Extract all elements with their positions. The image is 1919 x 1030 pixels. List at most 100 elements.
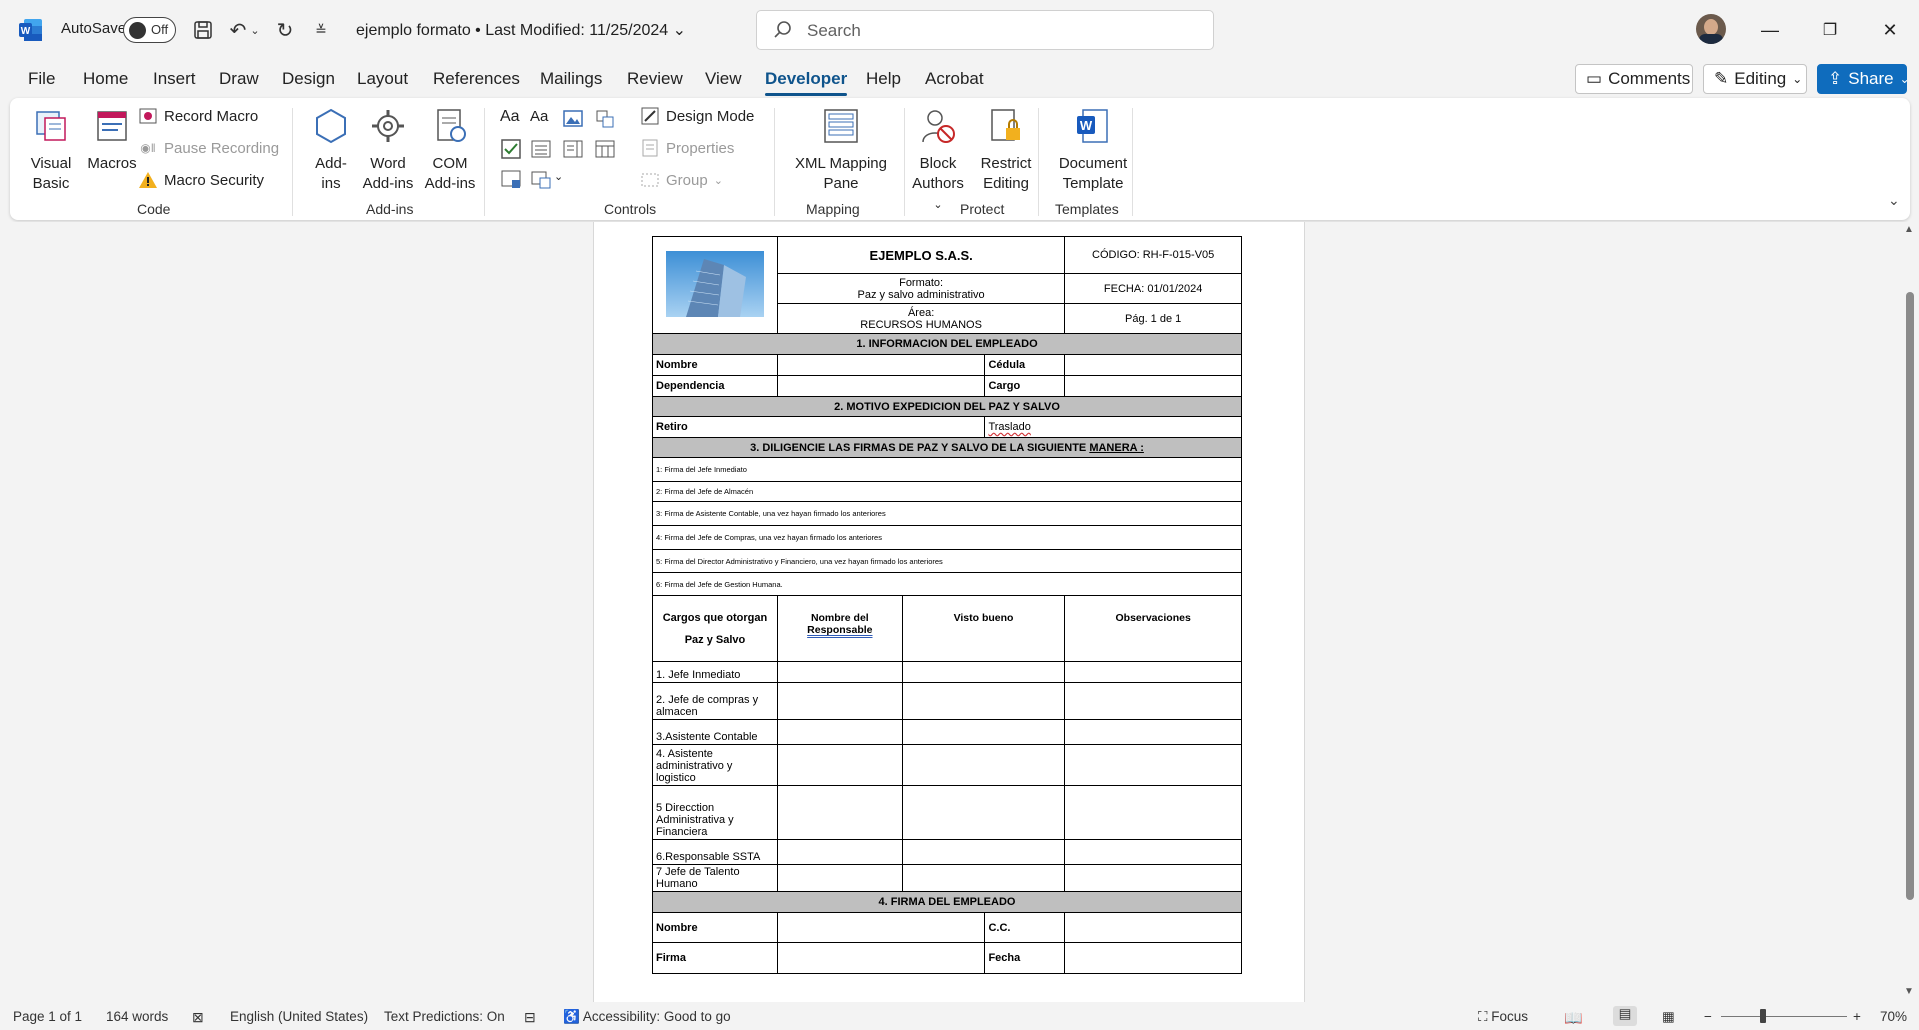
zoom-slider-thumb[interactable] — [1760, 1009, 1766, 1023]
pause-recording-button[interactable]: ◉‖ Pause Recording — [138, 138, 279, 158]
properties-button[interactable]: Properties — [640, 138, 734, 158]
tab-insert[interactable]: Insert — [153, 69, 196, 89]
dependencia-field[interactable] — [776, 375, 986, 397]
user-avatar[interactable] — [1696, 14, 1726, 44]
cell-input[interactable] — [901, 682, 1066, 720]
print-layout-icon[interactable]: ▤ — [1613, 1006, 1637, 1026]
chevron-down-icon[interactable]: ⌄ — [554, 170, 576, 192]
tab-file[interactable]: File — [28, 69, 55, 89]
cell-input[interactable] — [901, 785, 1066, 840]
cell-input[interactable] — [1064, 864, 1242, 892]
document-title[interactable]: ejemplo formato • Last Modified: 11/25/2… — [356, 20, 686, 40]
rich-text-control-icon[interactable]: Aa — [500, 108, 522, 130]
scroll-down-icon[interactable]: ▼ — [1904, 986, 1914, 997]
cedula-field[interactable] — [1064, 354, 1242, 376]
page-count[interactable]: Page 1 of 1 — [13, 1009, 82, 1024]
tab-references[interactable]: References — [433, 69, 520, 89]
cell-input[interactable] — [776, 864, 903, 892]
cell-input[interactable] — [1064, 839, 1242, 865]
editing-button[interactable]: ✎ Editing ⌄ — [1703, 64, 1807, 94]
tab-view[interactable]: View — [705, 69, 742, 89]
cell-input[interactable] — [776, 661, 903, 683]
checkbox-control-icon[interactable] — [500, 138, 522, 160]
vertical-scrollbar[interactable]: ▲ ▼ — [1900, 222, 1919, 1002]
tab-home[interactable]: Home — [83, 69, 128, 89]
restrict-editing-button[interactable]: Restrict Editing — [974, 106, 1038, 194]
cell-input[interactable] — [1064, 719, 1242, 745]
cell-input[interactable] — [776, 744, 903, 786]
repeating-section-control-icon[interactable] — [500, 168, 522, 190]
tab-mailings[interactable]: Mailings — [540, 69, 602, 89]
language[interactable]: English (United States) — [230, 1009, 368, 1024]
proofing-icon[interactable]: ⊠ — [192, 1009, 204, 1026]
save-icon[interactable] — [190, 17, 216, 43]
document-template-button[interactable]: W Document Template — [1050, 106, 1136, 194]
document-page[interactable]: EJEMPLO S.A.S. CÓDIGO: RH-F-015-V05 Form… — [593, 222, 1305, 1002]
accessibility-status[interactable]: ♿ Accessibility: Good to go — [563, 1009, 731, 1025]
tab-help[interactable]: Help — [866, 69, 901, 89]
cell-input[interactable] — [776, 839, 903, 865]
word-addins-button[interactable]: Word Add-ins — [358, 106, 418, 194]
firma-field[interactable] — [776, 942, 986, 974]
word-count[interactable]: 164 words — [106, 1009, 168, 1024]
cell-input[interactable] — [1064, 744, 1242, 786]
close-icon[interactable]: ✕ — [1867, 14, 1913, 46]
visual-basic-button[interactable]: Visual Basic — [24, 106, 78, 194]
focus-button[interactable]: ⛶ Focus — [1478, 1009, 1528, 1025]
building-block-control-icon[interactable] — [594, 108, 616, 130]
customize-toolbar-icon[interactable]: ≚ — [308, 17, 334, 43]
cargo-field[interactable] — [1064, 375, 1242, 397]
plain-text-control-icon[interactable]: Aa — [530, 108, 552, 130]
com-addins-button[interactable]: COM Add-ins — [420, 106, 480, 194]
picture-control-icon[interactable] — [562, 108, 584, 130]
tab-developer[interactable]: Developer — [765, 69, 848, 96]
dropdown-list-control-icon[interactable] — [562, 138, 584, 160]
collapse-ribbon-icon[interactable]: ⌄ — [1888, 192, 1900, 209]
comments-button[interactable]: ▭ Comments — [1575, 64, 1693, 94]
cell-input[interactable] — [901, 864, 1066, 892]
zoom-slider[interactable] — [1721, 1016, 1847, 1017]
tab-layout[interactable]: Layout — [357, 69, 408, 89]
cell-input[interactable] — [901, 661, 1066, 683]
firma-fecha-field[interactable] — [1064, 942, 1242, 974]
redo-icon[interactable]: ↻ — [272, 17, 298, 43]
zoom-in-icon[interactable]: + — [1853, 1009, 1861, 1024]
firma-cc-field[interactable] — [1064, 912, 1242, 943]
design-mode-button[interactable]: Design Mode — [640, 106, 754, 126]
legacy-tools-icon[interactable] — [530, 168, 552, 190]
zoom-out-icon[interactable]: − — [1704, 1009, 1712, 1024]
search-box[interactable]: Search — [756, 10, 1214, 50]
date-picker-control-icon[interactable] — [594, 138, 616, 160]
autosave-toggle[interactable]: Off — [123, 17, 176, 43]
macro-recording-icon[interactable]: ⊟ — [524, 1009, 536, 1026]
cell-input[interactable] — [776, 785, 903, 840]
zoom-level[interactable]: 70% — [1880, 1009, 1907, 1024]
cell-input[interactable] — [776, 719, 903, 745]
cell-input[interactable] — [901, 719, 1066, 745]
nombre-field[interactable] — [776, 354, 986, 376]
cell-input[interactable] — [901, 744, 1066, 786]
tab-acrobat[interactable]: Acrobat — [925, 69, 984, 89]
tab-review[interactable]: Review — [627, 69, 683, 89]
firma-nombre-field[interactable] — [776, 912, 986, 943]
share-button[interactable]: ⇪ Share ⌄ — [1817, 64, 1910, 94]
cell-input[interactable] — [1064, 661, 1242, 683]
scrollbar-thumb[interactable] — [1906, 292, 1914, 900]
cell-input[interactable] — [1064, 682, 1242, 720]
scroll-up-icon[interactable]: ▲ — [1904, 224, 1914, 235]
cell-input[interactable] — [1064, 785, 1242, 840]
cell-input[interactable] — [901, 839, 1066, 865]
combo-box-control-icon[interactable] — [530, 138, 552, 160]
web-layout-icon[interactable]: ▦ — [1662, 1009, 1675, 1025]
minimize-icon[interactable]: — — [1747, 14, 1793, 46]
macro-security-button[interactable]: Macro Security — [138, 170, 264, 190]
text-predictions[interactable]: Text Predictions: On — [384, 1009, 505, 1024]
macros-button[interactable]: Macros — [82, 106, 142, 174]
restore-icon[interactable]: ❐ — [1807, 14, 1853, 46]
cell-input[interactable] — [776, 682, 903, 720]
tab-draw[interactable]: Draw — [219, 69, 259, 89]
addins-button[interactable]: Add-ins — [306, 106, 356, 194]
xml-mapping-pane-button[interactable]: XML Mapping Pane — [786, 106, 896, 194]
record-macro-button[interactable]: Record Macro — [138, 106, 258, 126]
group-button[interactable]: Group ⌄ — [640, 170, 723, 190]
